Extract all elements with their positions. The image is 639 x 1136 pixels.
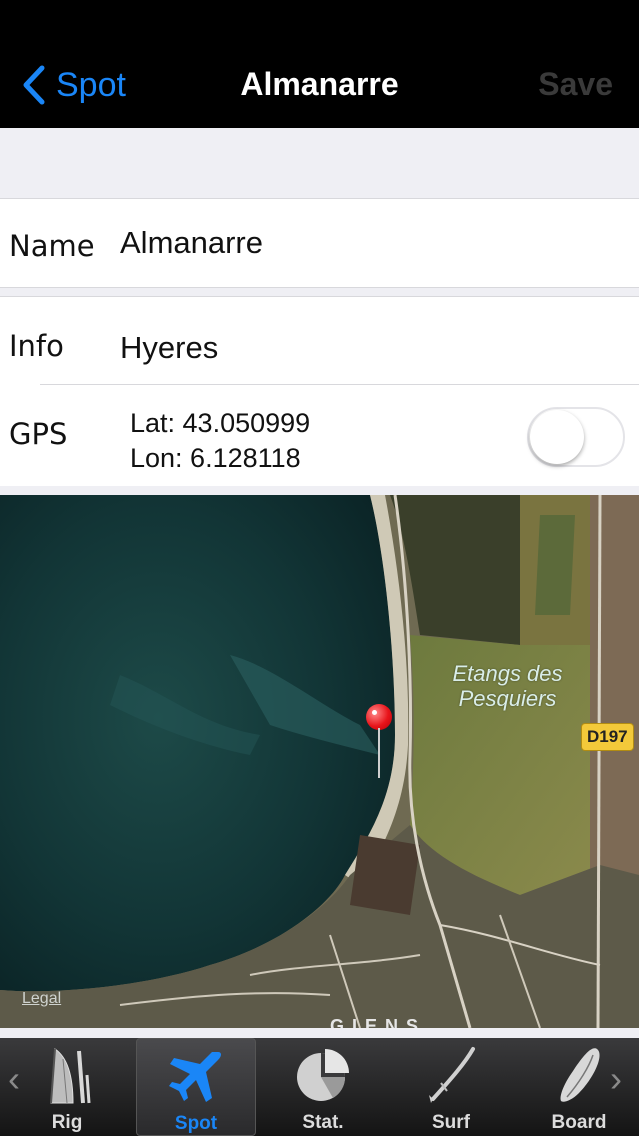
gps-coordinates: Lat: 43.050999 Lon: 6.128118: [130, 406, 310, 476]
map-view[interactable]: Etangs des Pesquiers GIENS: [0, 495, 639, 1028]
info-field[interactable]: Hyeres: [120, 330, 218, 366]
section-gap: [0, 128, 639, 198]
pie-chart-icon: [297, 1049, 349, 1101]
tab-rig[interactable]: Rig: [12, 1038, 122, 1136]
gps-toggle[interactable]: [527, 407, 625, 467]
place-label-line2: Pesquiers: [458, 686, 557, 711]
map-town-label: GIENS: [330, 1016, 427, 1028]
name-label: Name: [9, 229, 95, 263]
satellite-map-image: [0, 495, 639, 1028]
tab-stat[interactable]: Stat.: [268, 1038, 378, 1136]
road-badge: D197: [581, 723, 634, 751]
tab-board-label: Board: [551, 1112, 607, 1133]
name-field[interactable]: Almanarre: [120, 225, 263, 261]
tab-bar: ‹ Rig Spot Stat. Surf Board ›: [0, 1038, 639, 1136]
save-button[interactable]: Save: [538, 66, 613, 103]
tab-rig-label: Rig: [51, 1112, 83, 1133]
map-bottom-strip: [0, 1028, 639, 1038]
scroll-right-icon[interactable]: ›: [610, 1058, 622, 1100]
location-pin-icon[interactable]: [366, 704, 392, 778]
cell-separator: [40, 384, 639, 385]
toggle-knob: [530, 410, 584, 464]
gps-label: GPS: [9, 417, 68, 451]
tab-surf-label: Surf: [432, 1112, 470, 1133]
tab-stat-label: Stat.: [302, 1112, 344, 1133]
legal-link[interactable]: Legal: [22, 990, 61, 1008]
navigation-bar: Spot Almanarre Save: [0, 0, 639, 128]
name-cell: Name Almanarre: [0, 198, 639, 288]
tab-spot-label: Spot: [174, 1113, 218, 1134]
tab-surf[interactable]: Surf: [396, 1038, 506, 1136]
tab-spot[interactable]: Spot: [136, 1038, 256, 1136]
info-label: Info: [9, 329, 64, 363]
longitude-text: Lon: 6.128118: [130, 443, 301, 473]
place-label-line1: Etangs des: [452, 661, 563, 686]
latitude-text: Lat: 43.050999: [130, 408, 311, 438]
sail-icon: [50, 1048, 91, 1104]
board-icon: [560, 1048, 600, 1102]
surf-icon: [429, 1047, 475, 1103]
map-place-label: Etangs des Pesquiers: [430, 661, 585, 711]
airplane-icon: [169, 1052, 221, 1102]
